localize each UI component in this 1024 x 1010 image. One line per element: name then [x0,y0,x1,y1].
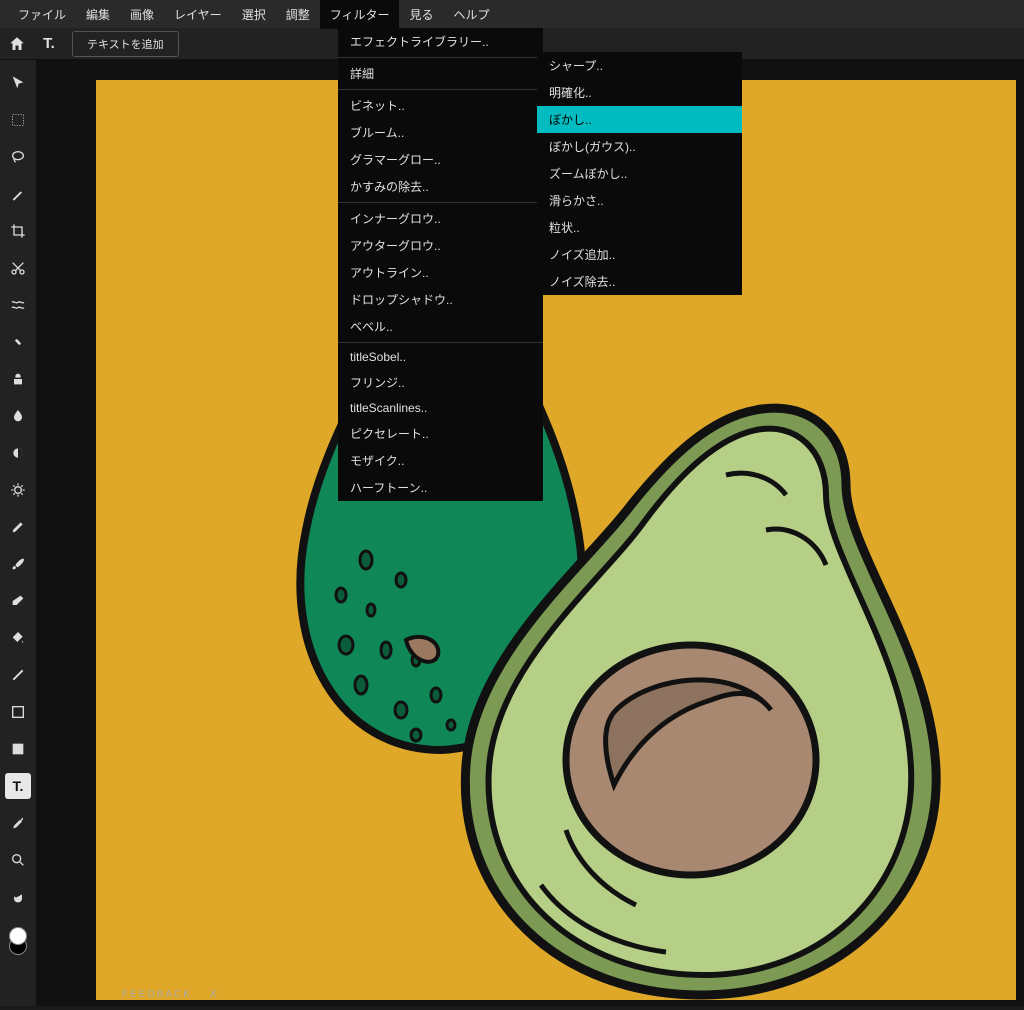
feedback-label[interactable]: FEEDBACK [122,989,192,1000]
filter-scanlines[interactable]: titleScanlines.. [338,396,543,420]
submenu-gaussian-blur[interactable]: ぼかし(ガウス).. [537,133,742,160]
pen-tool[interactable] [5,514,31,540]
filter-vignette[interactable]: ビネット.. [338,92,543,119]
menu-image[interactable]: 画像 [120,0,164,29]
eyedropper-tool[interactable] [5,810,31,836]
shape-tool[interactable] [5,699,31,725]
filter-glamour-glow[interactable]: グラマーグロー.. [338,146,543,173]
clone-tool[interactable] [5,366,31,392]
filter-fringe[interactable]: フリンジ.. [338,369,543,396]
dodge-tool[interactable] [5,440,31,466]
filter-bevel[interactable]: ベベル.. [338,313,543,340]
eraser-tool[interactable] [5,588,31,614]
filter-halftone[interactable]: ハーフトーン.. [338,474,543,501]
filter-dehaze[interactable]: かすみの除去.. [338,173,543,200]
text-tool[interactable]: T. [5,773,31,799]
filter-drop-shadow[interactable]: ドロップシャドウ.. [338,286,543,313]
hand-tool[interactable] [5,884,31,910]
color-swatches[interactable] [5,927,31,957]
filter-outer-glow[interactable]: アウターグロウ.. [338,232,543,259]
crop-tool[interactable] [5,218,31,244]
submenu-remove-noise[interactable]: ノイズ除去.. [537,268,742,295]
filter-details[interactable]: 詳細 [338,60,543,87]
feedback-close[interactable]: X [210,989,219,1000]
filter-outline[interactable]: アウトライン.. [338,259,543,286]
filter-mosaic[interactable]: モザイク.. [338,447,543,474]
submenu-add-noise[interactable]: ノイズ追加.. [537,241,742,268]
marquee-tool[interactable] [5,107,31,133]
menu-file[interactable]: ファイル [8,0,76,29]
feedback-bar: FEEDBACK X [122,989,219,1000]
menu-view[interactable]: 見る [399,0,443,29]
submenu-sharpen[interactable]: シャープ.. [537,52,742,79]
fill-tool[interactable] [5,625,31,651]
toolbar: T. [0,60,36,1006]
submenu-blur[interactable]: ぼかし.. [537,106,742,133]
brush-tool[interactable] [5,551,31,577]
menubar: ファイル 編集 画像 レイヤー 選択 調整 フィルター 見る ヘルプ [0,0,1024,28]
liquify-tool[interactable] [5,292,31,318]
filter-dropdown: エフェクトライブラリー.. 詳細 ビネット.. ブルーム.. グラマーグロー..… [338,28,543,501]
heal-tool[interactable] [5,329,31,355]
filter-sobel[interactable]: titleSobel.. [338,345,543,369]
menu-help[interactable]: ヘルプ [444,0,500,29]
wand-tool[interactable] [5,181,31,207]
gradient-tool[interactable] [5,662,31,688]
add-text-button[interactable]: テキストを追加 [72,31,179,57]
filter-effect-library[interactable]: エフェクトライブラリー.. [338,28,543,55]
filter-pixelate[interactable]: ピクセレート.. [338,420,543,447]
lasso-tool[interactable] [5,144,31,170]
frame-tool[interactable] [5,736,31,762]
text-tool-indicator-icon: T. [40,35,58,53]
cut-tool[interactable] [5,255,31,281]
menu-edit[interactable]: 編集 [76,0,120,29]
submenu-zoom-blur[interactable]: ズームぼかし.. [537,160,742,187]
filter-bloom[interactable]: ブルーム.. [338,119,543,146]
filter-inner-glow[interactable]: インナーグロウ.. [338,205,543,232]
submenu-clarity[interactable]: 明確化.. [537,79,742,106]
blur-tool[interactable] [5,403,31,429]
menu-adjust[interactable]: 調整 [276,0,320,29]
menu-select[interactable]: 選択 [232,0,276,29]
menu-layer[interactable]: レイヤー [164,0,232,29]
menu-filter[interactable]: フィルター [320,0,400,29]
submenu-smooth[interactable]: 滑らかさ.. [537,187,742,214]
sponge-tool[interactable] [5,477,31,503]
home-icon[interactable] [8,35,26,53]
arrow-tool[interactable] [5,70,31,96]
details-submenu: シャープ.. 明確化.. ぼかし.. ぼかし(ガウス).. ズームぼかし.. 滑… [537,52,742,295]
primary-color-swatch[interactable] [9,927,27,945]
zoom-tool[interactable] [5,847,31,873]
submenu-grain[interactable]: 粒状.. [537,214,742,241]
